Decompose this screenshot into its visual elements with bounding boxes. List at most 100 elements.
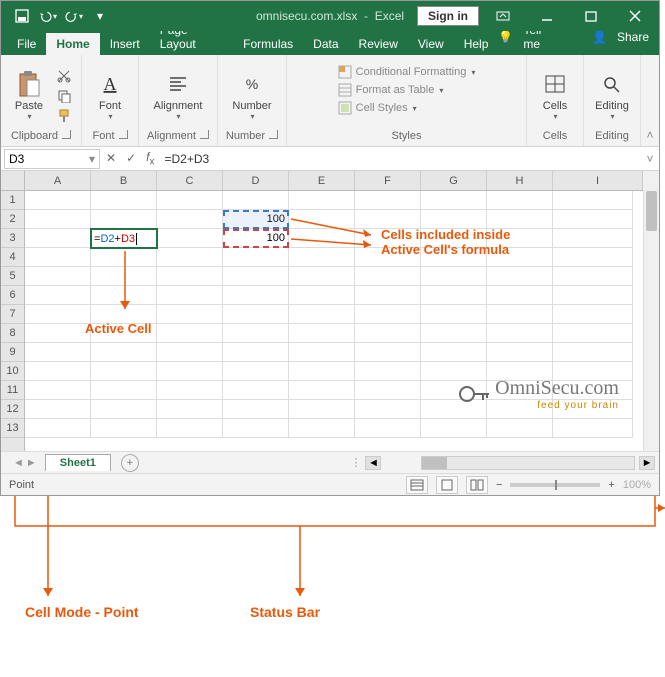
app-name: Excel (375, 9, 404, 23)
ribbon-group-editing: Editing ▾ Editing (584, 55, 641, 146)
tab-review[interactable]: Review (349, 33, 408, 55)
col-header-f[interactable]: F (355, 171, 421, 190)
tab-home[interactable]: Home (46, 33, 99, 55)
horizontal-scroll-thumb[interactable] (422, 457, 447, 469)
sheet-nav-next-icon[interactable]: ► (26, 457, 37, 469)
expand-formula-bar-icon[interactable]: ˅ (641, 152, 659, 166)
hscroll-left-icon[interactable]: ◄ (365, 456, 381, 470)
add-sheet-button[interactable]: + (121, 454, 139, 472)
col-header-c[interactable]: C (157, 171, 223, 190)
sheet-nav-prev-icon[interactable]: ◄ (13, 457, 24, 469)
row-header[interactable]: 8 (1, 324, 24, 343)
zoom-in-button[interactable]: + (608, 479, 614, 491)
alignment-dialog-launcher[interactable] (200, 130, 209, 142)
font-group-label: Font (92, 130, 114, 142)
active-cell-b3[interactable]: =D2+D3 (90, 228, 158, 249)
cut-icon[interactable] (55, 67, 73, 85)
cell-d3[interactable]: 100 (223, 229, 289, 248)
select-all-corner[interactable] (1, 171, 25, 191)
filename: omnisecu.com.xlsx (256, 9, 357, 23)
tab-formulas[interactable]: Formulas (233, 33, 303, 55)
col-header-a[interactable]: A (25, 171, 91, 190)
col-header-i[interactable]: I (553, 171, 643, 190)
row-header[interactable]: 1 (1, 191, 24, 210)
cell-d2[interactable]: 100 (223, 210, 289, 229)
zoom-slider[interactable] (510, 483, 600, 487)
row-header[interactable]: 11 (1, 381, 24, 400)
number-label: Number (232, 100, 271, 112)
sheet-tab-sheet1[interactable]: Sheet1 (45, 454, 111, 471)
maximize-icon[interactable] (571, 2, 611, 30)
share-button[interactable]: Share (617, 30, 649, 44)
number-icon: % (238, 70, 266, 98)
alignment-button[interactable]: Alignment ▾ (158, 70, 198, 121)
row-header[interactable]: 6 (1, 286, 24, 305)
close-icon[interactable] (615, 2, 655, 30)
qat-customize-icon[interactable]: ▾ (91, 7, 109, 25)
minimize-icon[interactable] (527, 2, 567, 30)
page-layout-view-icon[interactable] (436, 476, 458, 494)
ribbon-options-icon[interactable] (483, 2, 523, 30)
cancel-formula-icon[interactable]: ✕ (106, 151, 116, 165)
ribbon-group-styles: Conditional Formatting ▾ Format as Table… (287, 55, 527, 146)
name-box-dropdown-icon[interactable]: ▾ (89, 152, 95, 166)
col-header-g[interactable]: G (421, 171, 487, 190)
col-header-h[interactable]: H (487, 171, 553, 190)
worksheet-grid[interactable]: 1 2 3 4 5 6 7 8 9 10 11 12 13 100 100 =D… (1, 191, 659, 451)
paste-button[interactable]: Paste ▾ (9, 70, 49, 121)
row-header[interactable]: 10 (1, 362, 24, 381)
fx-icon[interactable]: fx (146, 150, 154, 167)
format-painter-icon[interactable] (55, 107, 73, 125)
vertical-scroll-thumb[interactable] (646, 191, 657, 231)
number-button[interactable]: % Number ▾ (232, 70, 272, 121)
tab-data[interactable]: Data (303, 33, 348, 55)
vertical-scrollbar[interactable] (643, 191, 659, 451)
name-box[interactable]: D3 ▾ (4, 149, 100, 169)
tab-help[interactable]: Help (454, 33, 499, 55)
format-as-table-button[interactable]: Format as Table ▾ (338, 83, 476, 97)
annotation-status-bar: Status Bar (250, 604, 320, 620)
row-header[interactable]: 12 (1, 400, 24, 419)
cells-group-label: Cells (543, 130, 567, 142)
copy-icon[interactable] (55, 87, 73, 105)
row-header[interactable]: 2 (1, 210, 24, 229)
column-headers: A B C D E F G H I (25, 171, 643, 191)
editing-button[interactable]: Editing ▾ (592, 70, 632, 121)
horizontal-scrollbar[interactable] (421, 456, 635, 470)
row-header[interactable]: 5 (1, 267, 24, 286)
clipboard-dialog-launcher[interactable] (62, 130, 71, 142)
normal-view-icon[interactable] (406, 476, 428, 494)
hscroll-right-icon[interactable]: ► (639, 456, 655, 470)
row-header[interactable]: 4 (1, 248, 24, 267)
undo-icon[interactable]: ▾ (39, 7, 57, 25)
accept-formula-icon[interactable]: ✓ (126, 151, 136, 165)
number-group-label: Number (226, 130, 265, 142)
col-header-d[interactable]: D (223, 171, 289, 190)
font-dialog-launcher[interactable] (119, 130, 128, 142)
col-header-e[interactable]: E (289, 171, 355, 190)
collapse-ribbon-icon[interactable]: ˄ (641, 55, 659, 146)
row-header[interactable]: 9 (1, 343, 24, 362)
row-header[interactable]: 3 (1, 229, 24, 248)
formula-input[interactable] (160, 149, 641, 169)
annotation-cell-mode: Cell Mode - Point (25, 604, 139, 620)
zoom-out-button[interactable]: − (496, 479, 502, 491)
col-header-b[interactable]: B (91, 171, 157, 190)
cell-styles-button[interactable]: Cell Styles ▾ (338, 101, 476, 115)
page-break-view-icon[interactable] (466, 476, 488, 494)
cells-button[interactable]: Cells ▾ (535, 70, 575, 121)
row-header[interactable]: 7 (1, 305, 24, 324)
sign-in-button[interactable]: Sign in (417, 6, 479, 26)
sheet-tab-bar: ◄ ► Sheet1 + ⋮ ◄ ► (1, 451, 659, 473)
redo-icon[interactable]: ▾ (65, 7, 83, 25)
title-separator: - (361, 9, 375, 23)
font-button[interactable]: A Font ▾ (90, 70, 130, 121)
zoom-level[interactable]: 100% (623, 479, 651, 491)
tab-insert[interactable]: Insert (100, 33, 150, 55)
tab-file[interactable]: File (7, 33, 46, 55)
number-dialog-launcher[interactable] (269, 130, 278, 142)
tab-view[interactable]: View (408, 33, 454, 55)
row-header[interactable]: 13 (1, 419, 24, 438)
conditional-formatting-button[interactable]: Conditional Formatting ▾ (338, 65, 476, 79)
save-icon[interactable] (13, 7, 31, 25)
